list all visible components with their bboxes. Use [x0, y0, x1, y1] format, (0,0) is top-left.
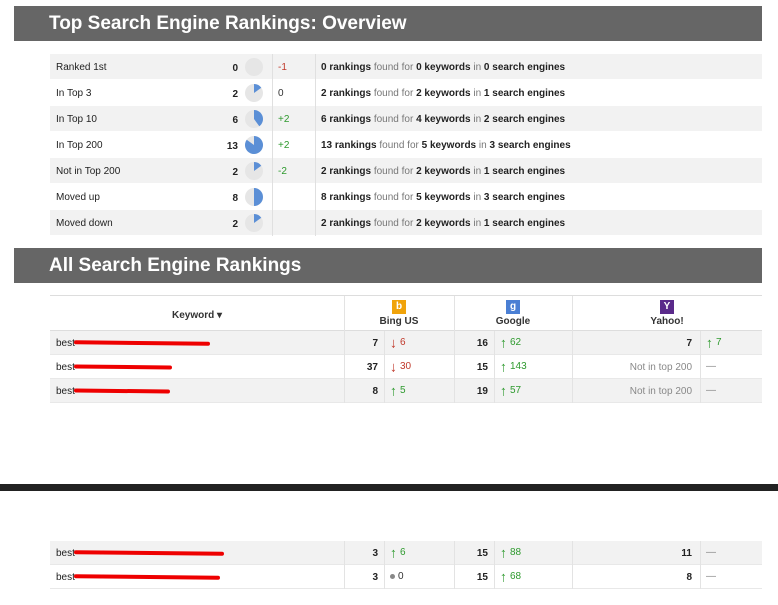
- bing-change: ↑ 6: [390, 544, 406, 561]
- pie-chart-icon: [244, 187, 264, 207]
- overview-row[interactable]: Ranked 1st 0 -1 0 rankings found for 0 k…: [50, 54, 762, 80]
- google-position: 16: [476, 338, 488, 349]
- keyword-text: best: [56, 362, 75, 373]
- google-header[interactable]: g Google: [454, 300, 572, 327]
- row-label: Not in Top 200: [56, 166, 121, 177]
- row-label: In Top 3: [56, 88, 92, 99]
- pie-chart-icon: [244, 109, 264, 129]
- bing-change: 0: [390, 571, 404, 582]
- google-change: ↑ 57: [500, 382, 522, 399]
- row-description: 13 rankings found for 5 keywords in 3 se…: [321, 140, 571, 151]
- yahoo-logo-icon: Y: [660, 300, 674, 314]
- row-label: Ranked 1st: [56, 62, 107, 73]
- google-position: 19: [476, 386, 488, 397]
- row-description: 2 rankings found for 2 keywords in 1 sea…: [321, 166, 566, 177]
- overview-row[interactable]: In Top 200 13 +2 13 rankings found for 5…: [50, 132, 762, 158]
- row-count: 0: [232, 63, 238, 74]
- pie-chart-icon: [244, 213, 264, 233]
- google-position: 15: [476, 362, 488, 373]
- overview-table: Ranked 1st 0 -1 0 rankings found for 0 k…: [50, 54, 762, 236]
- rankings-table-continued: best 3 ↑6 15 ↑88 11 — best 3 0 15 ↑68: [50, 541, 762, 589]
- yahoo-change: ↑ 7: [706, 334, 722, 351]
- rankings-table: Keyword ▾ b Bing US g Google Y Yahoo! be…: [50, 295, 762, 403]
- row-change: +2: [278, 140, 290, 151]
- overview-row[interactable]: In Top 3 2 0 2 rankings found for 2 keyw…: [50, 80, 762, 106]
- table-row[interactable]: best 37 ↓ 30 15 ↑ 143 Not in top 200 —: [50, 355, 762, 379]
- yahoo-change: —: [706, 361, 716, 372]
- table-row[interactable]: best 8 ↑ 5 19 ↑ 57 Not in top 200 —: [50, 379, 762, 403]
- bing-position: 3: [372, 548, 378, 559]
- bing-header[interactable]: b Bing US: [344, 300, 454, 327]
- row-description: 2 rankings found for 2 keywords in 1 sea…: [321, 218, 566, 229]
- pie-chart-icon: [244, 161, 264, 181]
- row-description: 8 rankings found for 5 keywords in 3 sea…: [321, 192, 566, 203]
- google-change: ↑ 143: [500, 358, 527, 375]
- yahoo-change: —: [706, 547, 716, 558]
- row-change: -2: [278, 166, 287, 177]
- bing-change: ↓ 6: [390, 334, 406, 351]
- row-count: 2: [232, 89, 238, 100]
- table-row[interactable]: best 3 ↑ 6 15 ↑ 88 11 —: [50, 541, 762, 565]
- row-description: 6 rankings found for 4 keywords in 2 sea…: [321, 114, 566, 125]
- keyword-text: best: [56, 338, 75, 349]
- yahoo-position: Not in top 200: [629, 386, 692, 397]
- keyword-text: best: [56, 572, 75, 583]
- bing-position: 7: [372, 338, 378, 349]
- google-position: 15: [476, 572, 488, 583]
- row-label: Moved up: [56, 192, 100, 203]
- google-change: ↑ 62: [500, 334, 522, 351]
- overview-row[interactable]: Not in Top 200 2 -2 2 rankings found for…: [50, 158, 762, 184]
- overview-row[interactable]: Moved down 2 2 rankings found for 2 keyw…: [50, 210, 762, 236]
- redaction-mark: [73, 550, 225, 556]
- keyword-sort-header[interactable]: Keyword ▾: [50, 310, 344, 321]
- overview-row[interactable]: In Top 10 6 +2 6 rankings found for 4 ke…: [50, 106, 762, 132]
- all-rankings-title: All Search Engine Rankings: [14, 248, 762, 283]
- rankings-header: Keyword ▾ b Bing US g Google Y Yahoo!: [50, 295, 762, 332]
- yahoo-change: —: [706, 571, 716, 582]
- row-count: 6: [232, 115, 238, 126]
- bing-change: ↑ 5: [390, 382, 406, 399]
- row-description: 2 rankings found for 2 keywords in 1 sea…: [321, 88, 566, 99]
- row-description: 0 rankings found for 0 keywords in 0 sea…: [321, 62, 566, 73]
- yahoo-position: Not in top 200: [629, 362, 692, 373]
- row-change: 0: [278, 88, 284, 99]
- row-count: 8: [232, 193, 238, 204]
- yahoo-position: 11: [681, 548, 692, 559]
- bing-position: 37: [366, 362, 378, 373]
- pie-chart-icon: [244, 83, 264, 103]
- keyword-text: best: [56, 548, 75, 559]
- row-count: 2: [232, 219, 238, 230]
- row-change: -1: [278, 62, 287, 73]
- yahoo-change: —: [706, 385, 716, 396]
- google-logo-icon: g: [506, 300, 520, 314]
- bing-logo-icon: b: [392, 300, 406, 314]
- page-divider: [0, 484, 778, 491]
- bing-position: 3: [372, 572, 378, 583]
- overview-row[interactable]: Moved up 8 8 rankings found for 5 keywor…: [50, 184, 762, 210]
- google-change: ↑ 68: [500, 568, 522, 585]
- yahoo-position: 8: [686, 572, 692, 583]
- row-label: In Top 10: [56, 114, 97, 125]
- row-count: 2: [232, 167, 238, 178]
- row-change: +2: [278, 114, 290, 125]
- table-row[interactable]: best 7 ↓ 6 16 ↑ 62 7 ↑ 7: [50, 331, 762, 355]
- overview-title: Top Search Engine Rankings: Overview: [14, 6, 762, 41]
- yahoo-header[interactable]: Y Yahoo!: [572, 300, 762, 327]
- redaction-mark: [73, 574, 221, 580]
- pie-chart-icon: [244, 135, 264, 155]
- yahoo-position: 7: [686, 338, 692, 349]
- row-label: Moved down: [56, 218, 113, 229]
- redaction-mark: [73, 388, 171, 394]
- redaction-mark: [73, 340, 211, 346]
- google-position: 15: [476, 548, 488, 559]
- pie-chart-icon: [244, 57, 264, 77]
- row-label: In Top 200: [56, 140, 103, 151]
- table-row[interactable]: best 3 0 15 ↑ 68 8 —: [50, 565, 762, 589]
- row-count: 13: [226, 141, 238, 152]
- bing-position: 8: [372, 386, 378, 397]
- redaction-mark: [73, 364, 173, 370]
- keyword-text: best: [56, 386, 75, 397]
- bing-change: ↓ 30: [390, 358, 412, 375]
- google-change: ↑ 88: [500, 544, 522, 561]
